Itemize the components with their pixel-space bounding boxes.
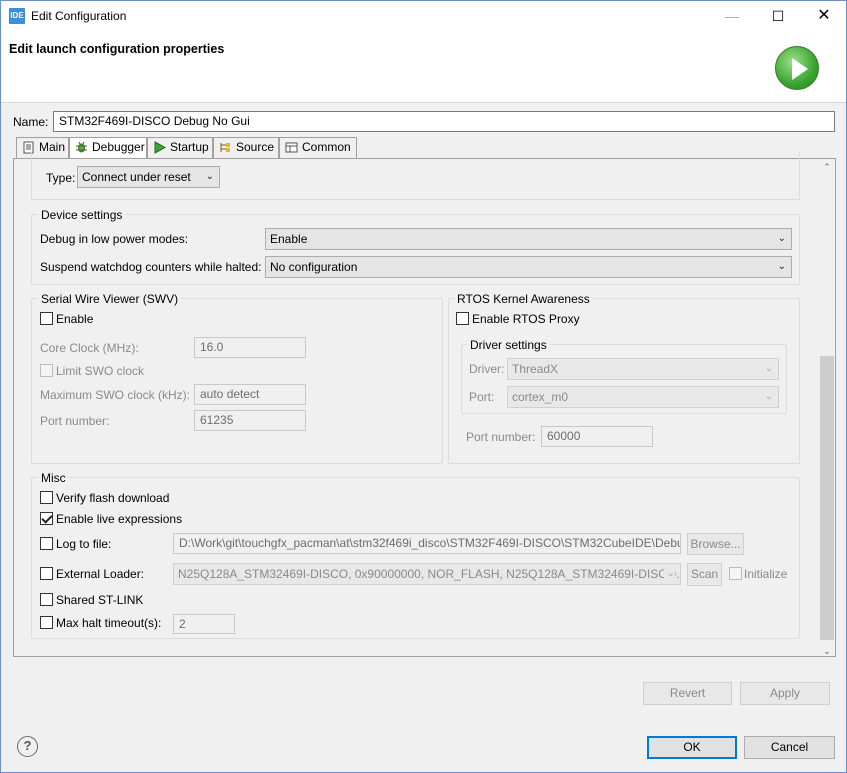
watchdog-value: No configuration [270,260,358,274]
max-halt-checkbox[interactable] [40,616,53,629]
max-halt-label: Max halt timeout(s): [56,616,162,630]
rtos-port-number-input[interactable]: 60000 [541,426,653,447]
max-halt-input[interactable]: 2 [173,614,235,634]
driver-select[interactable]: ThreadX ⌄ [507,358,779,380]
watchdog-select[interactable]: No configuration ⌄ [265,256,792,278]
swv-enable-checkbox[interactable] [40,312,53,325]
driver-settings-title: Driver settings [467,338,550,352]
log-to-file-label: Log to file: [56,537,112,551]
scroll-down-icon[interactable]: ⌄ [819,643,835,659]
core-clock-input[interactable]: 16.0 [194,337,306,358]
max-swo-label: Maximum SWO clock (kHz): [40,388,190,402]
chevron-down-icon: ⌄ [205,171,214,182]
low-power-select[interactable]: Enable ⌄ [265,228,792,250]
verify-flash-label: Verify flash download [56,491,170,505]
minimize-button[interactable]: — [709,1,755,31]
rtos-port-label: Port: [469,390,495,404]
run-icon [775,46,819,90]
connection-type-select[interactable]: Connect under reset ⌄ [77,166,220,188]
chevron-down-icon: ⌄ [764,363,773,374]
title-bar: IDE Edit Configuration — ☐ ✕ [1,1,846,31]
external-loader-value: N25Q128A_STM32469I-DISCO, 0x90000000, NO… [178,567,681,581]
header-title: Edit launch configuration properties [9,42,225,56]
browse-button[interactable]: Browse... [687,533,744,555]
log-file-path-input[interactable]: D:\Work\git\touchgfx_pacman\at\stm32f469… [173,533,681,554]
scan-button[interactable]: Scan [687,563,722,586]
rtos-enable-checkbox[interactable] [456,312,469,325]
verify-flash-checkbox[interactable] [40,491,53,504]
maximize-icon: ☐ [771,8,785,24]
limit-swo-checkbox[interactable] [40,364,53,377]
shared-stlink-checkbox[interactable] [40,593,53,606]
close-icon: ✕ [817,7,831,24]
swv-enable-label: Enable [56,312,94,326]
chevron-down-icon: ⌄ [663,564,675,584]
rtos-port-number-label: Port number: [466,430,536,444]
name-input[interactable]: STM32F469I-DISCO Debug No Gui [53,111,835,132]
driver-label: Driver: [469,362,505,376]
initialize-label: Initialize [744,567,788,581]
external-loader-select[interactable]: N25Q128A_STM32469I-DISCO, 0x90000000, NO… [173,563,681,585]
swv-port-input[interactable]: 61235 [194,410,306,431]
rtos-title: RTOS Kernel Awareness [454,292,593,306]
cancel-button[interactable]: Cancel [744,736,835,759]
revert-button[interactable]: Revert [643,682,732,705]
name-label: Name: [13,115,49,129]
window-title: Edit Configuration [31,9,127,23]
external-loader-label: External Loader: [56,567,145,581]
device-settings-title: Device settings [38,208,126,222]
help-icon[interactable]: ? [17,736,38,757]
connection-type-value: Connect under reset [82,170,191,184]
apply-button[interactable]: Apply [740,682,830,705]
dialog-header: Edit launch configuration properties [1,31,846,103]
live-expressions-checkbox[interactable] [40,512,53,525]
max-swo-input[interactable]: auto detect [194,384,306,405]
chevron-down-icon: ⌄ [764,391,773,402]
external-loader-checkbox[interactable] [40,567,53,580]
ok-button[interactable]: OK [647,736,737,759]
initialize-checkbox[interactable] [729,567,742,580]
type-label: Type: [46,171,76,185]
log-to-file-checkbox[interactable] [40,537,53,550]
live-expressions-label: Enable live expressions [56,512,183,526]
edit-configuration-window: IDE Edit Configuration — ☐ ✕ Edit launch… [0,0,847,773]
swv-title: Serial Wire Viewer (SWV) [38,292,182,306]
minimize-icon: — [725,8,739,24]
driver-value: ThreadX [512,362,559,376]
shared-stlink-label: Shared ST-LINK [56,593,144,607]
close-button[interactable]: ✕ [801,1,847,31]
low-power-value: Enable [270,232,308,246]
limit-swo-label: Limit SWO clock [56,364,145,378]
rtos-port-select[interactable]: cortex_m0 ⌄ [507,386,779,408]
vertical-scrollbar[interactable]: ⌃ ⌄ [819,159,835,656]
scroll-up-icon[interactable]: ⌃ [819,159,835,175]
scrollbar-thumb[interactable] [820,356,834,640]
rtos-port-value: cortex_m0 [512,390,569,404]
misc-title: Misc [38,471,69,485]
maximize-button[interactable]: ☐ [755,1,801,31]
swv-port-label: Port number: [40,414,110,428]
core-clock-label: Core Clock (MHz): [40,341,139,355]
rtos-enable-label: Enable RTOS Proxy [472,312,580,326]
chevron-down-icon: ⌄ [777,261,786,272]
watchdog-label: Suspend watchdog counters while halted: [40,260,262,274]
app-icon: IDE [9,8,25,24]
low-power-label: Debug in low power modes: [40,232,189,246]
chevron-down-icon: ⌄ [777,233,786,244]
